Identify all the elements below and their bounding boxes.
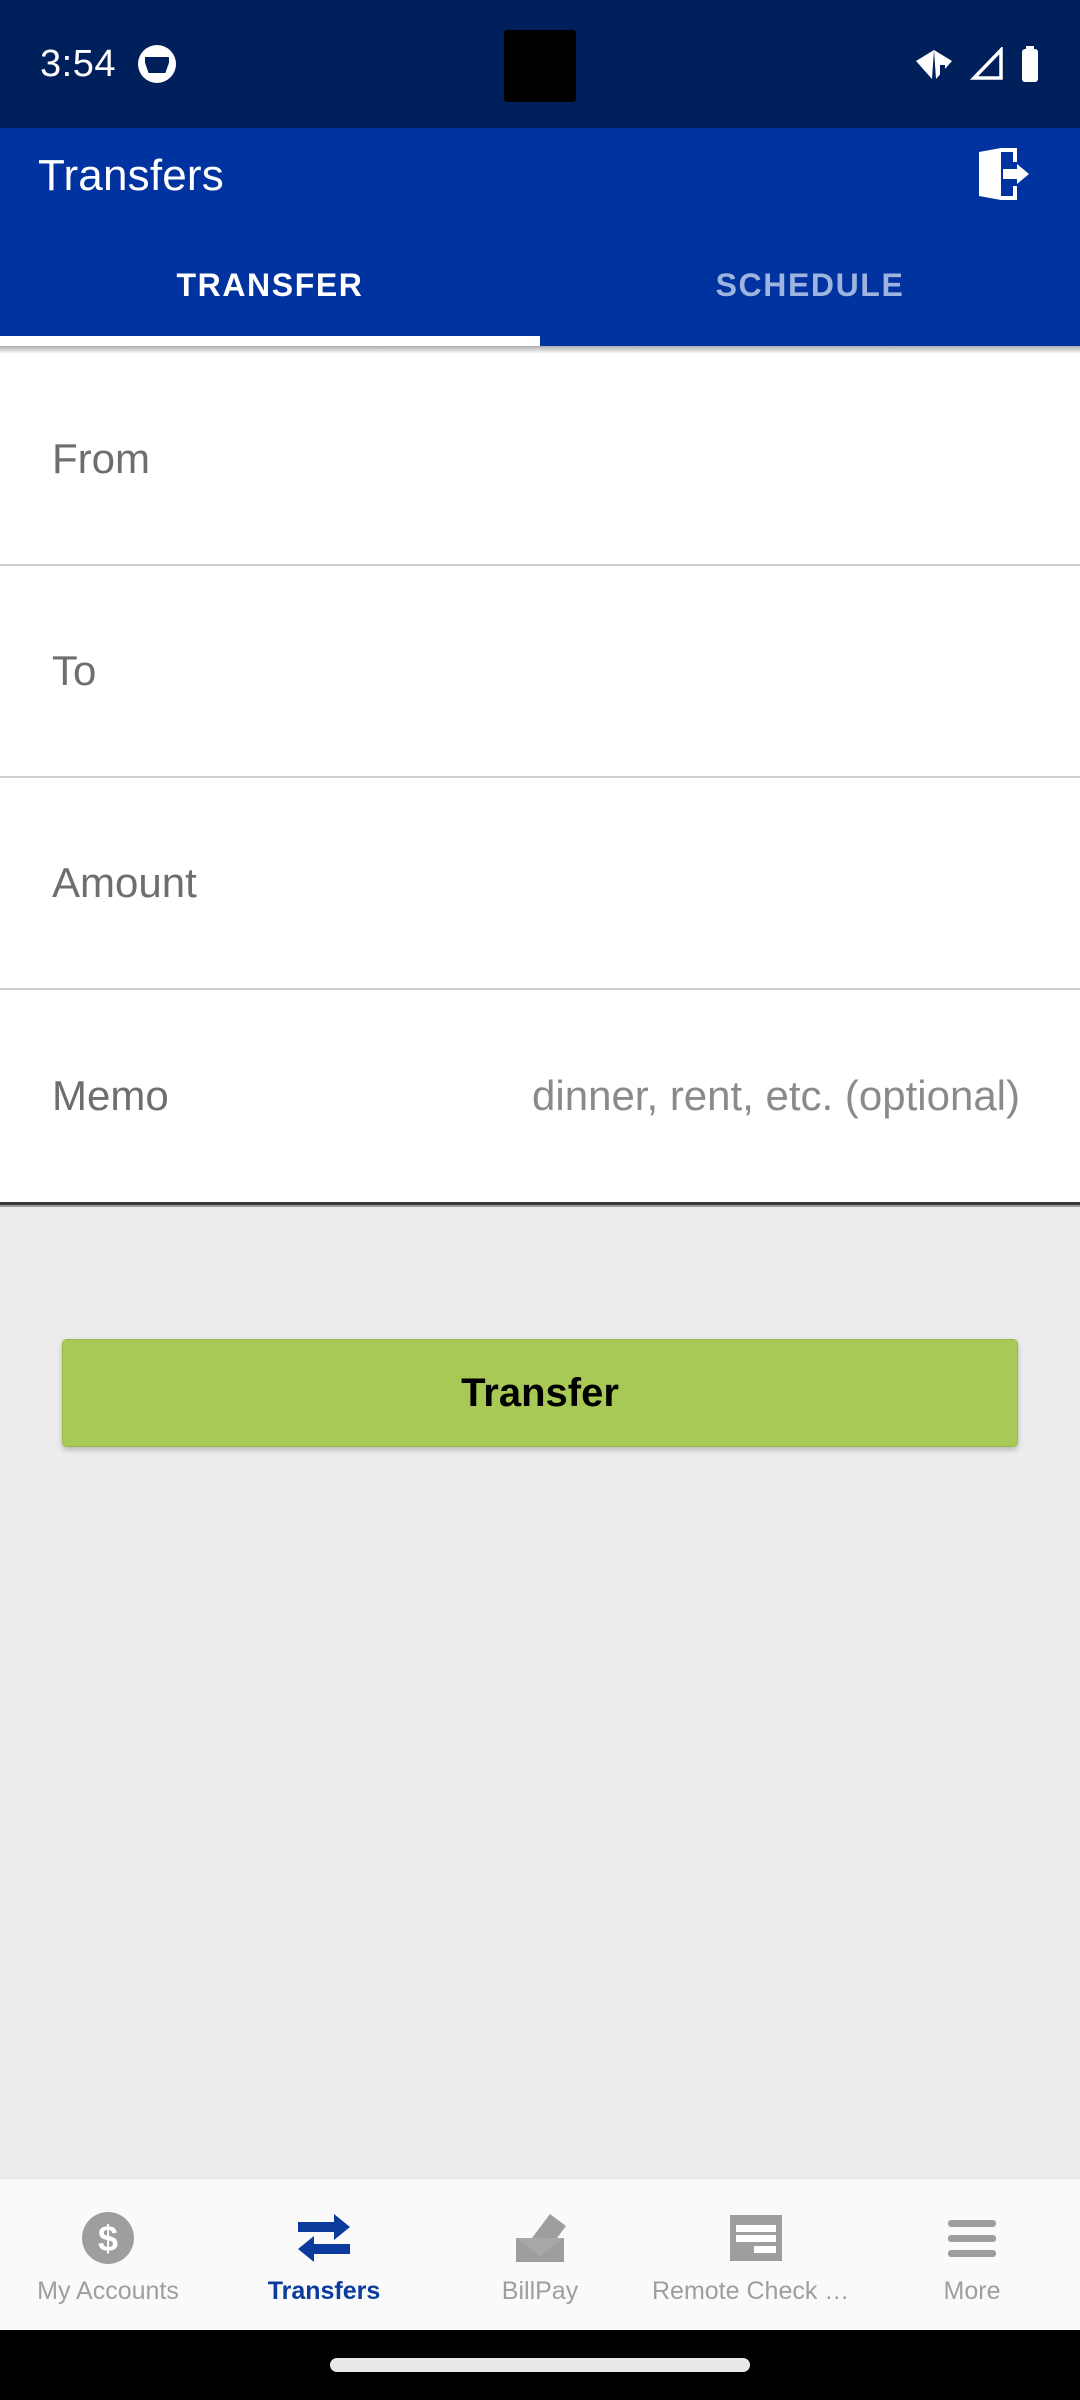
check-card-icon [726, 2207, 786, 2269]
logout-icon [975, 146, 1029, 207]
field-row-from[interactable]: From [0, 354, 1080, 566]
tab-schedule[interactable]: SCHEDULE [540, 224, 1080, 346]
form-bottom-divider [0, 1202, 1080, 1209]
nav-label-transfers: Transfers [267, 2277, 381, 2305]
tab-bar-shadow [0, 346, 1080, 354]
memo-placeholder: dinner, rent, etc. (optional) [532, 1072, 1020, 1119]
page-title: Transfers [38, 151, 224, 200]
bottom-navigation: $ My Accounts Transfers BillPay Remote C… [0, 2178, 1080, 2330]
phone-screen: 3:54 Transfers TRANSFER SCHEDULE From To… [0, 0, 1080, 2400]
action-area: Transfer [0, 1209, 1080, 2178]
app-bar-actions [962, 136, 1042, 216]
status-bar-right [914, 46, 1040, 82]
status-bar: 3:54 [0, 0, 1080, 128]
camera-notch [504, 30, 576, 102]
status-time: 3:54 [40, 42, 116, 85]
field-row-memo[interactable]: Memo dinner, rent, etc. (optional) [0, 990, 1080, 1202]
nav-label-remote-check-deposit: Remote Check D… [652, 2277, 860, 2305]
envelope-icon [510, 2207, 570, 2269]
hamburger-icon [944, 2207, 1000, 2269]
dollar-circle-icon: $ [80, 2207, 136, 2269]
transfer-form: From To Amount Memo dinner, rent, etc. (… [0, 354, 1080, 1202]
svg-text:$: $ [98, 2218, 118, 2259]
battery-icon [1020, 46, 1040, 82]
nav-item-transfers[interactable]: Transfers [216, 2179, 432, 2330]
nav-item-my-accounts[interactable]: $ My Accounts [0, 2179, 216, 2330]
gesture-pill[interactable] [330, 2358, 750, 2372]
logout-button[interactable] [962, 136, 1042, 216]
nav-label-billpay: BillPay [501, 2277, 579, 2305]
app-bar: Transfers [0, 128, 1080, 224]
tab-transfer-label: TRANSFER [176, 266, 364, 303]
amount-label: Amount [52, 859, 197, 906]
nav-item-more[interactable]: More [864, 2179, 1080, 2330]
nav-label-my-accounts: My Accounts [37, 2277, 179, 2305]
tab-transfer[interactable]: TRANSFER [0, 224, 540, 346]
memo-label: Memo [52, 1072, 169, 1119]
from-label: From [52, 435, 150, 482]
status-bar-left: 3:54 [40, 43, 176, 86]
cell-signal-icon [970, 47, 1004, 81]
tab-bar: TRANSFER SCHEDULE [0, 224, 1080, 346]
transfer-button[interactable]: Transfer [62, 1339, 1018, 1447]
field-row-amount[interactable]: Amount [0, 778, 1080, 990]
tab-schedule-label: SCHEDULE [715, 266, 905, 303]
wifi-warning-icon [914, 47, 954, 81]
nav-label-more: More [943, 2277, 1001, 2305]
nav-item-remote-check-deposit[interactable]: Remote Check D… [648, 2179, 864, 2330]
nav-item-billpay[interactable]: BillPay [432, 2179, 648, 2330]
system-gesture-bar [0, 2330, 1080, 2400]
transfer-arrows-icon [294, 2207, 354, 2269]
emoji-notification-icon [137, 45, 176, 83]
to-label: To [52, 647, 97, 694]
tab-active-indicator [0, 336, 540, 346]
field-row-to[interactable]: To [0, 566, 1080, 778]
